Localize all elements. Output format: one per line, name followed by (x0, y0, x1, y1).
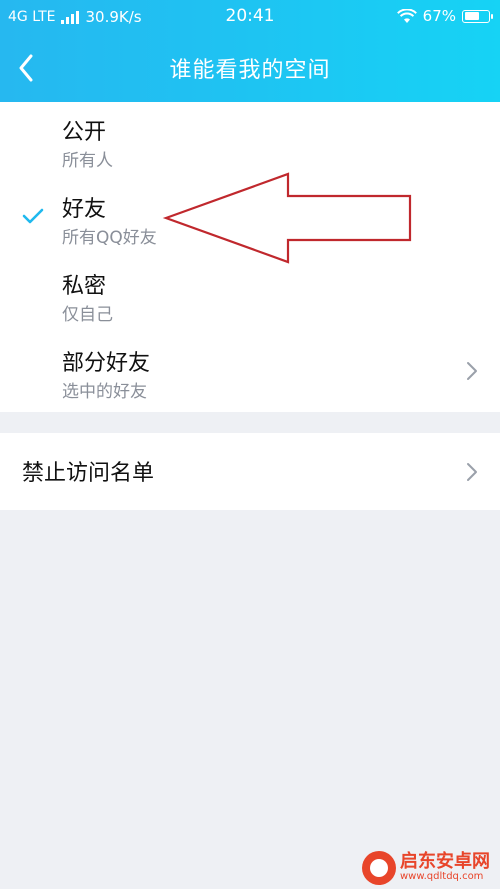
option-subtitle: 选中的好友 (62, 382, 147, 402)
option-subtitle: 所有QQ好友 (62, 228, 157, 248)
watermark-name: 启东安卓网 (400, 851, 490, 873)
status-right: 67% (396, 7, 493, 25)
blocked-list-title: 禁止访问名单 (22, 461, 155, 486)
option-title: 公开 (62, 120, 107, 145)
watermark-logo-icon (362, 851, 396, 885)
battery-fill (464, 12, 480, 20)
option-public[interactable]: 公开 所有人 (0, 102, 500, 179)
option-title: 部分好友 (62, 351, 151, 376)
chevron-right-icon (467, 463, 477, 481)
blocked-list-item[interactable]: 禁止访问名单 (0, 433, 500, 510)
watermark: 启东安卓网 www.qdltdq.com (362, 851, 490, 885)
wifi-icon (396, 8, 417, 23)
watermark-text: 启东安卓网 www.qdltdq.com (400, 851, 490, 883)
option-subtitle: 仅自己 (62, 305, 113, 325)
battery-icon (462, 9, 493, 23)
page-title: 谁能看我的空间 (169, 58, 331, 83)
option-friends[interactable]: 好友 所有QQ好友 (0, 179, 500, 256)
chevron-right-icon (467, 362, 477, 380)
visibility-options: 公开 所有人 好友 所有QQ好友 私密 仅自己 部分好友 选中的好友 (0, 102, 500, 412)
status-bar: 4G LTE 30.9K/s 20:41 67% (0, 0, 500, 34)
option-subtitle: 所有人 (62, 151, 113, 171)
option-title: 私密 (62, 274, 107, 299)
check-icon (22, 208, 44, 224)
top-bar: 4G LTE 30.9K/s 20:41 67% 谁能看我的空间 (0, 0, 500, 102)
battery-percent: 67% (422, 7, 456, 25)
nav-bar: 谁能看我的空间 (0, 34, 500, 102)
option-some-friends[interactable]: 部分好友 选中的好友 (0, 333, 500, 410)
option-title: 好友 (62, 197, 107, 222)
option-private[interactable]: 私密 仅自己 (0, 256, 500, 333)
watermark-url: www.qdltdq.com (400, 871, 484, 883)
